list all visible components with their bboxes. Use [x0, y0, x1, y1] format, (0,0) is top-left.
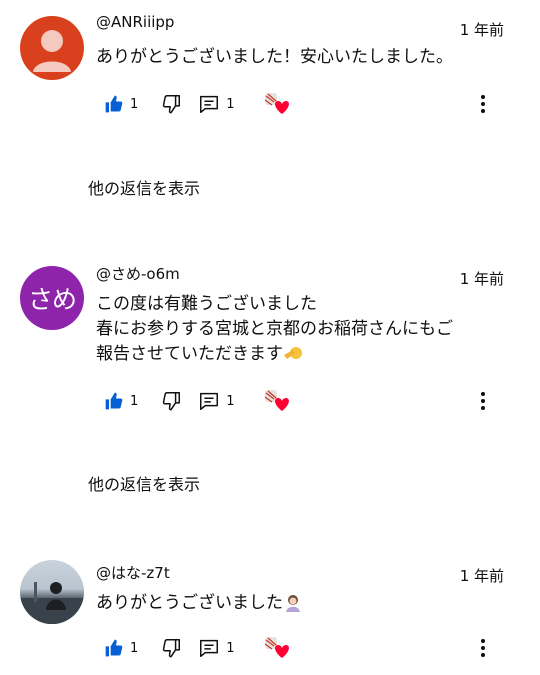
- dislike-button[interactable]: [160, 390, 182, 412]
- show-replies-link[interactable]: 他の返信を表示: [88, 175, 200, 199]
- comment-text: ありがとうございました: [96, 591, 516, 616]
- like-button[interactable]: 1: [104, 94, 138, 114]
- more-options-button[interactable]: [474, 635, 492, 661]
- comment-actions: 1 1: [104, 91, 291, 117]
- person-icon: [33, 30, 71, 72]
- dislike-button[interactable]: [160, 93, 182, 115]
- creator-heart-icon: [264, 637, 289, 658]
- reply-button[interactable]: 1: [198, 93, 235, 115]
- comment-time[interactable]: 1 年前: [460, 565, 504, 586]
- thumbs-up-icon: [105, 639, 123, 657]
- reply-button[interactable]: 1: [198, 637, 235, 659]
- more-options-button[interactable]: [474, 388, 492, 414]
- show-replies-link[interactable]: 他の返信を表示: [88, 471, 200, 495]
- thumbs-down-icon: [163, 392, 181, 411]
- dislike-button[interactable]: [160, 637, 182, 659]
- comment-actions: 1 1: [104, 635, 291, 661]
- avatar[interactable]: さめ: [20, 266, 84, 330]
- comment-icon: [200, 639, 219, 657]
- creator-heart-icon: [264, 390, 289, 411]
- pray-emoji-icon: [284, 347, 302, 359]
- comment-actions: 1 1: [104, 388, 291, 414]
- avatar-initials: さめ: [27, 285, 77, 314]
- like-count: 1: [130, 393, 139, 409]
- comment-author[interactable]: @はな-z7t: [96, 562, 170, 583]
- reply-button[interactable]: 1: [198, 390, 235, 412]
- comment-time[interactable]: 1 年前: [460, 19, 504, 40]
- comment-icon: [200, 392, 219, 410]
- comment-text: この度は有難うございました 春にお参りする宮城と京都のお稲荷さんにもご 報告させ…: [96, 292, 516, 367]
- photo-avatar-image: [20, 582, 84, 624]
- creator-heart: [263, 91, 291, 117]
- comment-text-content: この度は有難うございました 春にお参りする宮城と京都のお稲荷さんにもご 報告させ…: [96, 294, 453, 364]
- thumbs-up-icon: [105, 392, 123, 410]
- reply-count: 1: [226, 96, 235, 112]
- comment-author[interactable]: @さめ-o6m: [96, 263, 180, 284]
- creator-heart-icon: [264, 93, 289, 114]
- like-count: 1: [130, 640, 139, 656]
- thumbs-up-icon: [105, 95, 123, 113]
- avatar[interactable]: [20, 16, 84, 80]
- like-button[interactable]: 1: [104, 638, 138, 658]
- person-bowing-emoji-icon: [286, 595, 300, 612]
- thumbs-down-icon: [163, 95, 181, 114]
- comment-text-content: ありがとうございました: [96, 593, 283, 613]
- more-options-button[interactable]: [474, 91, 492, 117]
- comment-author[interactable]: @ANRiiipp: [96, 13, 174, 31]
- like-button[interactable]: 1: [104, 391, 138, 411]
- comment-text: ありがとうございました！安心いたしました。: [96, 47, 453, 67]
- like-count: 1: [130, 96, 139, 112]
- comment-time[interactable]: 1 年前: [460, 268, 504, 289]
- reply-count: 1: [226, 640, 235, 656]
- reply-count: 1: [226, 393, 235, 409]
- creator-heart: [263, 388, 291, 414]
- creator-heart: [263, 635, 291, 661]
- thumbs-down-icon: [163, 639, 181, 658]
- avatar[interactable]: [20, 560, 84, 624]
- comment-icon: [200, 95, 219, 113]
